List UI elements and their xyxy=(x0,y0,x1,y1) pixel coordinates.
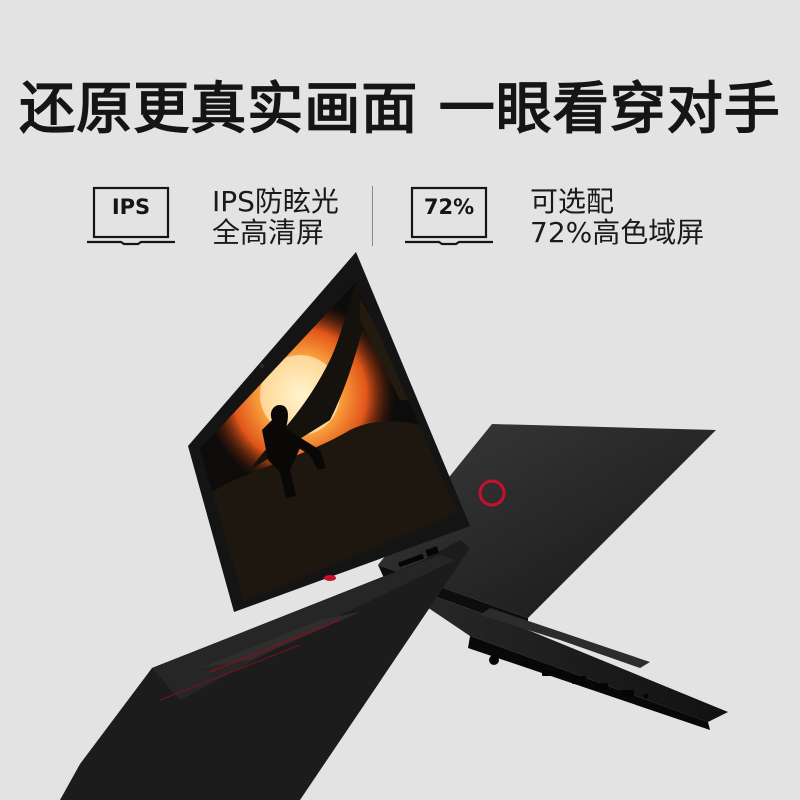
back-laptop-base xyxy=(384,578,728,722)
front-laptop xyxy=(60,252,470,800)
dell-logo-icon xyxy=(324,575,336,581)
audio-jack-icon xyxy=(643,693,649,699)
power-port-icon xyxy=(489,655,499,665)
laptops-illustration xyxy=(60,252,728,800)
hdmi-port-icon xyxy=(542,670,562,676)
usb-c-port-icon xyxy=(520,661,530,665)
ethernet-port-icon xyxy=(572,676,586,684)
usb-port-icon xyxy=(594,683,608,689)
usb-port-icon xyxy=(620,690,634,696)
